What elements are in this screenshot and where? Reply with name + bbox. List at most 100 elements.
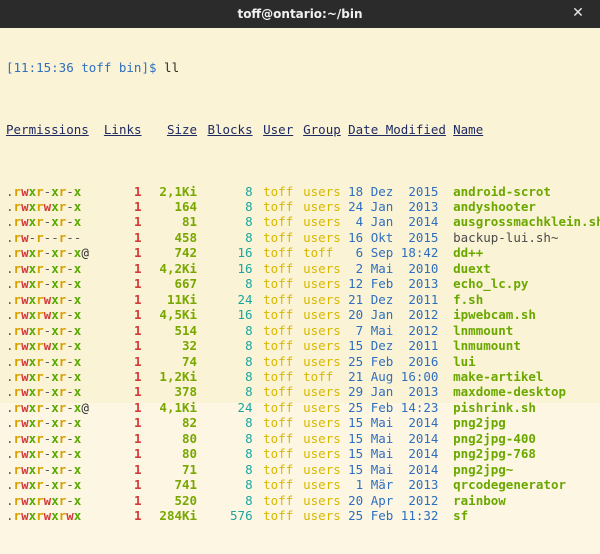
file-group: users	[303, 446, 341, 462]
file-size: 32	[182, 338, 198, 354]
file-date-modified: 25 Feb 2016	[348, 353, 439, 369]
file-permissions: .rwxr-xr-x	[6, 353, 82, 369]
file-user: toff	[263, 291, 294, 307]
file-row: .rwxr-xr-x 1 514 8 toff users 7 Mai 2012 l…	[6, 323, 594, 338]
file-blocks: 16	[237, 307, 253, 323]
file-user: toff	[263, 446, 294, 462]
file-links: 1	[134, 260, 142, 276]
file-permissions: .rwxrwxr-x	[6, 198, 82, 214]
file-name: png2jpg-400	[453, 430, 536, 446]
file-row: .rwxr-xr-x@ 1 4,1Ki 24 toff users 25 Feb 1…	[6, 400, 594, 415]
file-links: 1	[134, 461, 142, 477]
file-name: android-scrot	[453, 183, 551, 199]
file-permissions: .rwxr-xr-x	[6, 183, 82, 199]
file-blocks: 24	[237, 399, 253, 415]
file-date-modified: 24 Jan 2013	[348, 198, 439, 214]
file-name: echo_lc.py	[453, 276, 529, 292]
file-blocks: 24	[237, 291, 253, 307]
file-links: 1	[134, 368, 142, 384]
listing-header: Permissions Links Size Blocks User Group D…	[6, 122, 594, 137]
file-row: .rwxr-xr-x 1 82 8 toff users 15 Mai 2014 pn…	[6, 415, 594, 430]
file-permissions: .rwxr-xr-x	[6, 214, 82, 230]
file-user: toff	[263, 415, 294, 431]
file-links: 1	[134, 338, 142, 354]
file-name: backup-lui.sh~	[453, 229, 559, 245]
header-size: Size	[166, 121, 198, 137]
file-row: .rwxrwxr-x 1 11Ki 24 toff users 21 Dez 201…	[6, 292, 594, 307]
file-links: 1	[134, 399, 142, 415]
file-user: toff	[263, 430, 294, 446]
file-date-modified: 15 Mai 2014	[348, 446, 439, 462]
file-permissions: .rwxr-xr-x	[6, 477, 82, 493]
file-group: users	[303, 338, 341, 354]
file-user: toff	[263, 245, 294, 261]
file-row: .rwxr-xr-x@ 1 742 16 toff toff 6 Sep 18:4…	[6, 245, 594, 260]
file-date-modified: 29 Jan 2013	[348, 384, 439, 400]
file-size: 284Ki	[159, 508, 198, 524]
file-size: 741	[174, 477, 198, 493]
file-blocks: 8	[245, 477, 253, 493]
file-permissions: .rwxr-xr-x	[6, 276, 82, 292]
file-name: png2jpg~	[453, 461, 514, 477]
file-name: png2jpg	[453, 415, 506, 431]
close-icon[interactable]: ✕	[570, 5, 586, 21]
file-permissions: .rwxr-xr-x	[6, 384, 82, 400]
file-size: 74	[182, 353, 198, 369]
file-size: 80	[182, 446, 198, 462]
file-group: users	[303, 198, 341, 214]
file-blocks: 576	[230, 508, 253, 524]
file-name: qrcodegenerator	[453, 477, 567, 493]
file-row: .rwxr-xr-x 1 4,2Ki 16 toff users 2 Mai 20…	[6, 261, 594, 276]
file-links: 1	[134, 307, 142, 323]
file-permissions: .rwxr-xr-x	[6, 415, 82, 431]
file-row: .rwxr-xr-x 1 71 8 toff users 15 Mai 2014 pn…	[6, 462, 594, 477]
file-links: 1	[134, 430, 142, 446]
file-blocks: 8	[245, 353, 253, 369]
file-size: 2,1Ki	[159, 183, 198, 199]
file-size: 1,2Ki	[159, 368, 198, 384]
file-group: toff	[303, 368, 334, 384]
file-user: toff	[263, 338, 294, 354]
file-user: toff	[263, 399, 294, 415]
file-list: .rwxr-xr-x 1 2,1Ki 8 toff users 18 Dez 201…	[6, 183, 600, 524]
file-blocks: 8	[245, 446, 253, 462]
file-size: 378	[174, 384, 198, 400]
file-group: users	[303, 384, 341, 400]
title-bar[interactable]: toff@ontario:~/bin ✕	[0, 0, 600, 28]
file-name: ipwebcam.sh	[453, 307, 536, 323]
file-row: .rwxr-xr-x 1 74 8 toff users 25 Feb 2016 lu…	[6, 354, 594, 369]
header-group: Group	[303, 121, 341, 137]
file-user: toff	[263, 368, 294, 384]
file-size: 4,2Ki	[159, 260, 198, 276]
file-permissions: .rwxrwxr-x	[6, 338, 82, 354]
file-name: maxdome-desktop	[453, 384, 567, 400]
terminal-output[interactable]: [11:15:36 toff bin]$ ll Permissions Link…	[0, 28, 600, 523]
file-user: toff	[263, 276, 294, 292]
file-permissions: .rwxr-xr-x	[6, 260, 82, 276]
file-name: make-artikel	[453, 368, 544, 384]
header-permissions: Permissions	[6, 121, 89, 137]
file-user: toff	[263, 214, 294, 230]
file-date-modified: 15 Mai 2014	[348, 415, 439, 431]
file-date-modified: 15 Mai 2014	[348, 461, 439, 477]
file-date-modified: 16 Okt 2015	[348, 229, 439, 245]
file-row: .rwxrwxr-x 1 164 8 toff users 24 Jan 2013 a…	[6, 199, 594, 214]
file-group: users	[303, 415, 341, 431]
file-blocks: 8	[245, 461, 253, 477]
prompt-text: [11:15:36 toff bin]$	[6, 59, 157, 75]
file-blocks: 8	[245, 338, 253, 354]
file-name: lnmumount	[453, 338, 521, 354]
file-blocks: 8	[245, 276, 253, 292]
prompt-line: [11:15:36 toff bin]$ ll	[6, 60, 594, 75]
file-blocks: 8	[245, 415, 253, 431]
file-date-modified: 18 Dez 2015	[348, 183, 439, 199]
file-permissions: .rwxr-xr-x@	[6, 399, 89, 415]
file-date-modified: 1 Mär 2013	[348, 477, 439, 493]
file-links: 1	[134, 384, 142, 400]
file-permissions: .rwxrwxr-x	[6, 492, 82, 508]
file-date-modified: 7 Mai 2012	[348, 322, 439, 338]
header-user: User	[263, 121, 294, 137]
file-name: lui	[453, 353, 476, 369]
file-group: users	[303, 477, 341, 493]
file-date-modified: 25 Feb 11:32	[348, 508, 439, 524]
